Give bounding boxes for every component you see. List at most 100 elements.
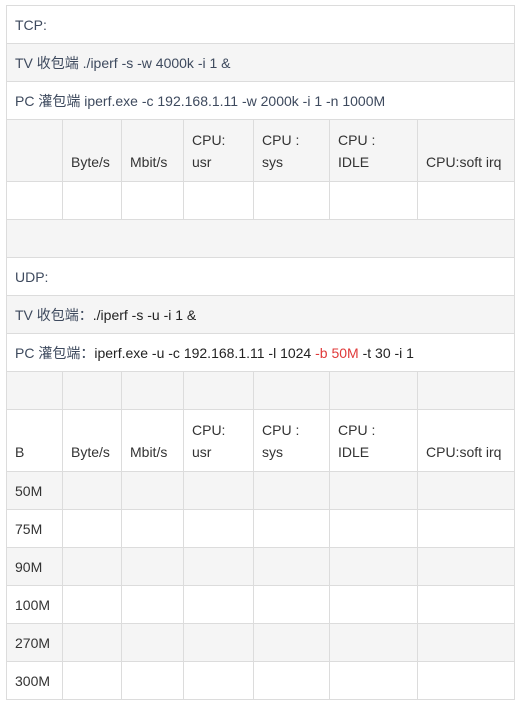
tcp-pc-command: PC 灌包端 iperf.exe -c 192.168.1.11 -w 2000… [6,81,515,120]
table-row: 75M [6,509,515,548]
tcp-header-cell: CPU : IDLE [329,119,418,182]
table-cell [417,661,515,700]
udp-pc-label: PC 灌包端： [15,344,95,361]
table-cell [329,181,418,220]
table-cell [417,371,515,410]
udp-tv-command-text: ./iperf -s -u -i 1 & [92,306,197,323]
udp-empty-row [6,371,515,410]
bandwidth-cell: 300M [6,661,63,700]
table-cell [329,371,418,410]
table-cell [417,471,515,510]
table-cell [253,623,330,662]
table-cell [417,547,515,586]
table-cell [62,181,122,220]
udp-header-cell: CPU: usr [183,409,254,472]
table-cell [183,509,254,548]
tcp-tv-command-text: ./iperf -s -w 4000k -i 1 & [78,54,231,71]
table-row [6,181,515,220]
udp-pc-command: PC 灌包端：iperf.exe -u -c 192.168.1.11 -l 1… [6,333,515,372]
table-cell [121,371,184,410]
table-row: 300M [6,661,515,700]
udp-title-row: UDP: [6,257,515,296]
table-cell [121,585,184,624]
tcp-tv-command: TV 收包端 ./iperf -s -w 4000k -i 1 & [6,43,515,82]
table-cell [62,471,122,510]
table-cell [329,661,418,700]
udp-pc-command-after: -t 30 -i 1 [358,344,414,361]
table-cell [121,547,184,586]
table-cell [183,181,254,220]
table-cell [253,661,330,700]
table-cell [62,585,122,624]
table-cell [329,509,418,548]
table-cell [6,181,63,220]
table-row: 270M [6,623,515,662]
udp-header-cell: Mbit/s [121,409,184,472]
bandwidth-cell: 90M [6,547,63,586]
udp-tv-command: TV 收包端：./iperf -s -u -i 1 & [6,295,515,334]
table-cell [417,181,515,220]
tcp-pc-label: PC 灌包端 [15,92,81,109]
table-cell [62,509,122,548]
table-cell [183,471,254,510]
table-cell [417,585,515,624]
udp-header-cell: B [6,409,63,472]
table-cell [6,371,63,410]
table-cell [253,547,330,586]
udp-pc-bandwidth-highlight: -b 50M [315,344,359,361]
tcp-header-cell: CPU: usr [183,119,254,182]
udp-header-cell: CPU : IDLE [329,409,418,472]
table-cell [62,661,122,700]
tcp-header-cell: CPU:soft irq [417,119,515,182]
tcp-pc-row: PC 灌包端 iperf.exe -c 192.168.1.11 -w 2000… [6,81,515,120]
table-cell [62,547,122,586]
bandwidth-cell: 100M [6,585,63,624]
table-cell [121,509,184,548]
table-cell [121,623,184,662]
tcp-header-cell [6,119,63,182]
table-cell [183,371,254,410]
table-cell [62,371,122,410]
udp-pc-row: PC 灌包端：iperf.exe -u -c 192.168.1.11 -l 1… [6,333,515,372]
tcp-header-cell: Byte/s [62,119,122,182]
table-row: 50M [6,471,515,510]
spacer-cell [6,219,515,258]
iperf-test-table: TCP: TV 收包端 ./iperf -s -w 4000k -i 1 & P… [6,5,515,700]
table-cell [253,509,330,548]
bandwidth-cell: 50M [6,471,63,510]
table-cell [121,661,184,700]
table-cell [253,471,330,510]
table-cell [62,623,122,662]
tcp-title: TCP: [6,5,515,44]
tcp-header-cell: CPU : sys [253,119,330,182]
tcp-title-row: TCP: [6,5,515,44]
bandwidth-cell: 270M [6,623,63,662]
table-cell [417,509,515,548]
table-cell [183,623,254,662]
table-cell [253,181,330,220]
table-cell [329,547,418,586]
udp-header-cell: Byte/s [62,409,122,472]
table-cell [183,585,254,624]
table-cell [253,371,330,410]
table-row: 100M [6,585,515,624]
table-cell [121,181,184,220]
udp-tv-label: TV 收包端： [15,306,93,323]
table-cell [253,585,330,624]
table-cell [417,623,515,662]
tcp-header-cell: Mbit/s [121,119,184,182]
udp-title: UDP: [6,257,515,296]
table-row: 90M [6,547,515,586]
table-cell [183,661,254,700]
tcp-tv-row: TV 收包端 ./iperf -s -w 4000k -i 1 & [6,43,515,82]
tcp-tv-label: TV 收包端 [15,54,79,71]
tcp-pc-command-text: iperf.exe -c 192.168.1.11 -w 2000k -i 1 … [80,92,386,109]
table-cell [121,471,184,510]
udp-header-cell: CPU:soft irq [417,409,515,472]
table-cell [329,585,418,624]
table-cell [183,547,254,586]
udp-header-row: B Byte/s Mbit/s CPU: usr CPU : sys CPU :… [6,409,515,472]
table-cell [329,471,418,510]
udp-header-cell: CPU : sys [253,409,330,472]
table-cell [329,623,418,662]
